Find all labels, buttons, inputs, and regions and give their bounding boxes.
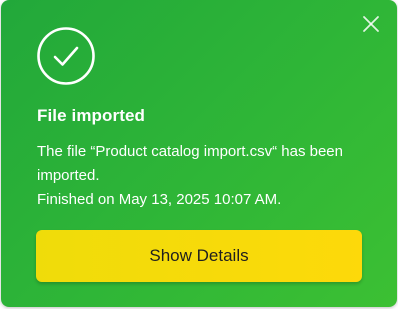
import-message: The file “Product catalog import.csv“ ha… <box>37 143 343 184</box>
show-details-label: Show Details <box>149 246 249 265</box>
toast-title: File imported <box>37 106 146 125</box>
finished-timestamp: Finished on May 13, 2025 10:07 AM. <box>37 191 282 208</box>
toast-message: The file “Product catalog import.csv“ ha… <box>37 140 367 212</box>
close-icon <box>359 12 383 36</box>
import-success-toast: File imported The file “Product catalog … <box>1 0 397 307</box>
check-circle-icon <box>36 26 96 86</box>
close-button[interactable] <box>359 12 383 36</box>
show-details-button[interactable]: Show Details <box>36 230 362 282</box>
